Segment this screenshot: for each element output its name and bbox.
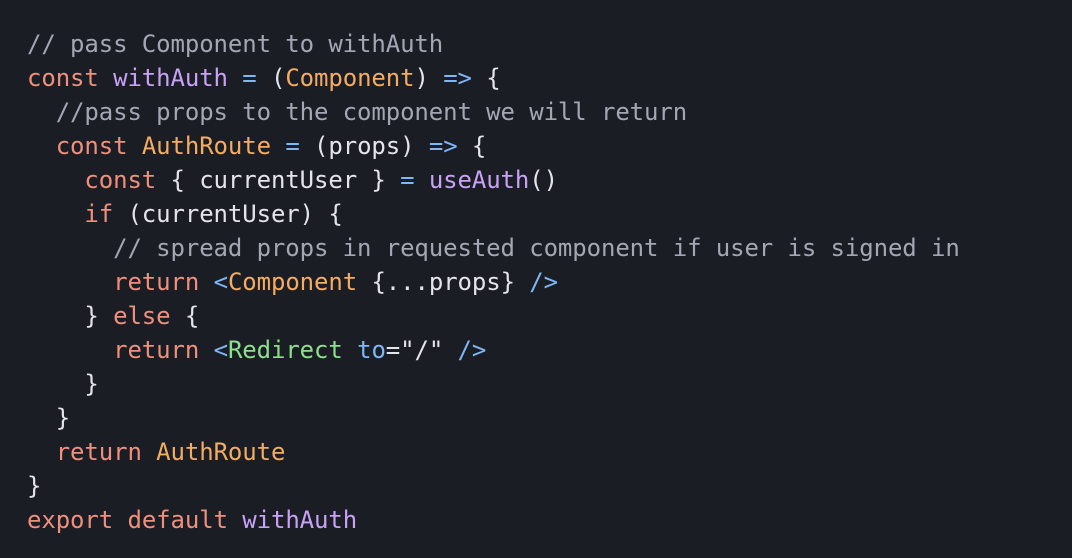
code-token-plain: ) xyxy=(414,64,444,92)
code-token-operator: /> xyxy=(457,336,487,364)
code-token-keyword: if xyxy=(84,200,114,228)
code-token-operator: to xyxy=(357,336,386,364)
code-token-comment: //pass props to the component we will re… xyxy=(27,98,688,126)
code-token-function: useAuth xyxy=(428,166,530,194)
code-token-operator: = xyxy=(400,166,415,194)
code-token-operator: < xyxy=(213,268,228,296)
code-line[interactable]: // pass Component to withAuth xyxy=(27,27,1072,61)
code-token-operator: /> xyxy=(529,268,558,296)
code-token-keyword: export xyxy=(27,506,114,534)
code-line[interactable]: const { currentUser } = useAuth() xyxy=(27,163,1072,197)
code-line[interactable]: } xyxy=(27,469,1072,503)
code-token-type: Component xyxy=(285,64,415,92)
code-token-plain: } xyxy=(27,370,99,398)
code-line[interactable]: // spread props in requested component i… xyxy=(27,231,1072,265)
code-token-tag: Redirect xyxy=(227,336,343,364)
code-line[interactable]: } xyxy=(27,367,1072,401)
code-token-keyword: return xyxy=(113,268,200,296)
code-token-plain: () xyxy=(529,166,558,194)
code-line[interactable]: return <Component {...props} /> xyxy=(27,265,1072,299)
code-line[interactable]: return <Redirect to="/" /> xyxy=(27,333,1072,367)
code-token-plain: { xyxy=(170,302,200,330)
code-token-keyword: return xyxy=(113,336,200,364)
code-line[interactable]: return AuthRoute xyxy=(27,435,1072,469)
code-token-function: withAuth xyxy=(242,506,358,534)
code-token-operator: => xyxy=(428,132,458,160)
code-line[interactable]: const AuthRoute = (props) => { xyxy=(27,129,1072,163)
code-token-keyword: const xyxy=(55,132,128,160)
code-line[interactable]: const withAuth = (Component) => { xyxy=(27,61,1072,95)
code-block[interactable]: // pass Component to withAuth const withA… xyxy=(27,27,1072,537)
code-token-plain: { currentUser } xyxy=(156,166,401,194)
code-token-keyword: default xyxy=(127,506,228,534)
code-token-plain: ( xyxy=(256,64,286,92)
code-editor[interactable]: // pass Component to withAuth const withA… xyxy=(0,0,1072,558)
code-token-keyword: const xyxy=(84,166,157,194)
code-token-plain: } xyxy=(27,404,71,432)
code-token-plain: (currentUser) { xyxy=(113,200,343,228)
code-line[interactable]: export default withAuth xyxy=(27,503,1072,537)
code-token-keyword: else xyxy=(113,302,171,330)
code-token-plain: ="/" xyxy=(385,336,458,364)
code-line[interactable]: //pass props to the component we will re… xyxy=(27,95,1072,129)
code-token-function: withAuth xyxy=(113,64,228,92)
code-token-operator: = xyxy=(242,64,257,92)
code-token-comment: // pass Component to withAuth xyxy=(27,30,444,58)
code-token-type: AuthRoute xyxy=(156,438,286,466)
code-token-keyword: const xyxy=(27,64,99,92)
code-token-plain: {...props} xyxy=(357,268,530,296)
code-token-plain: (props) xyxy=(299,132,429,160)
code-line[interactable]: } xyxy=(27,401,1072,435)
code-token-type: AuthRoute xyxy=(141,132,271,160)
code-token-plain: } xyxy=(27,302,114,330)
code-token-comment: // spread props in requested component i… xyxy=(27,234,960,262)
code-token-operator: < xyxy=(213,336,228,364)
code-token-plain: { xyxy=(457,132,487,160)
code-token-type: Component xyxy=(227,268,358,296)
code-line[interactable]: } else { xyxy=(27,299,1072,333)
code-token-plain: { xyxy=(471,64,501,92)
code-token-keyword: return xyxy=(55,438,142,466)
code-token-operator: = xyxy=(285,132,300,160)
code-token-plain: } xyxy=(27,472,42,500)
code-token-operator: => xyxy=(443,64,472,92)
code-line[interactable]: if (currentUser) { xyxy=(27,197,1072,231)
